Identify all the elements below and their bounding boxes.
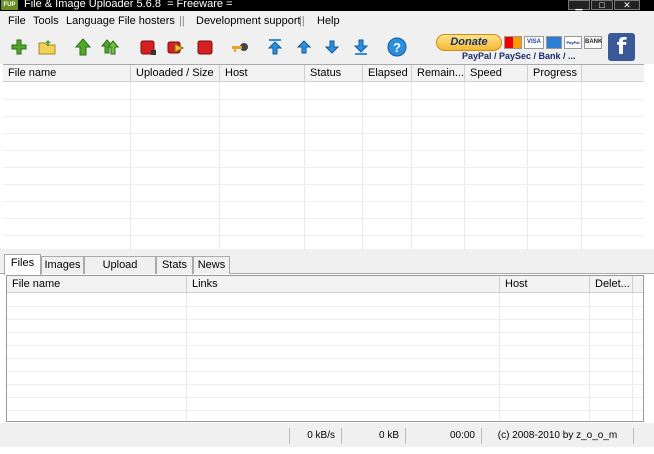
tab-stats[interactable]: Stats <box>156 256 193 274</box>
menu-separator: || <box>179 15 185 27</box>
column-file-name[interactable]: File name <box>3 65 131 82</box>
column-divider <box>219 82 220 250</box>
row-divider <box>7 410 643 411</box>
row-divider <box>3 235 644 236</box>
tab-files[interactable]: Files <box>4 254 41 275</box>
status-uploaded: 0 kB <box>342 428 406 444</box>
column-remaining[interactable]: Remain... <box>412 65 465 82</box>
menu-file-hosters[interactable]: File hosters <box>118 15 175 28</box>
column-divider <box>581 82 582 250</box>
title-bar: FUP File & Image Uploader 5.6.8 = Freewa… <box>0 0 654 11</box>
column-divider <box>130 82 131 250</box>
column-filler <box>633 276 643 293</box>
move-up-icon[interactable] <box>295 38 313 56</box>
column-divider <box>632 293 633 421</box>
window-title: File & Image Uploader 5.6.8 = Freeware = <box>24 0 233 10</box>
facebook-icon[interactable]: f <box>608 33 635 61</box>
row-divider <box>7 319 643 320</box>
column-divider <box>527 82 528 250</box>
donate-button[interactable]: Donate <box>436 34 502 51</box>
add-folder-icon[interactable] <box>38 38 56 56</box>
upload-queue-list[interactable]: File name Uploaded / Size Host Status El… <box>3 64 644 250</box>
column-delete[interactable]: Delet... <box>590 276 633 293</box>
help-icon[interactable]: ? <box>387 37 407 57</box>
row-divider <box>7 358 643 359</box>
status-copyright: (c) 2008-2010 by z_o_o_m <box>482 428 634 444</box>
status-time: 00:00 <box>406 428 482 444</box>
row-divider <box>3 218 644 219</box>
move-down-icon[interactable] <box>323 38 341 56</box>
column-divider <box>589 293 590 421</box>
column-divider <box>411 82 412 250</box>
minimize-button[interactable]: ▁ <box>568 0 590 10</box>
menu-development-support[interactable]: Development support <box>196 15 301 28</box>
row-divider <box>3 201 644 202</box>
menu-separator: || <box>299 15 305 27</box>
row-divider <box>3 99 644 100</box>
upload-icon[interactable] <box>74 38 92 56</box>
donate-area: Donate VISA PayPal BANK PayPal / PaySec … <box>434 33 610 63</box>
column-links[interactable]: Links <box>187 276 500 293</box>
move-icon[interactable] <box>167 38 185 56</box>
column-divider <box>362 82 363 250</box>
row-divider <box>7 332 643 333</box>
column-divider <box>464 82 465 250</box>
mastercard-icon <box>504 36 522 49</box>
row-divider <box>3 184 644 185</box>
tab-news[interactable]: News <box>193 256 230 274</box>
status-speed: 0 kB/s <box>290 428 342 444</box>
donate-caption: PayPal / PaySec / Bank / ... <box>462 51 576 61</box>
key-icon[interactable] <box>231 38 249 56</box>
bank-icon: BANK <box>584 36 602 49</box>
column-divider <box>304 82 305 250</box>
status-bar: 0 kB/s 0 kB 00:00 (c) 2008-2010 by z_o_o… <box>0 423 654 447</box>
upload-all-icon[interactable] <box>101 38 119 56</box>
menu-help[interactable]: Help <box>317 15 340 28</box>
row-divider <box>3 150 644 151</box>
stop-all-icon[interactable] <box>196 38 214 56</box>
column-divider <box>499 293 500 421</box>
stop-icon[interactable] <box>139 38 157 56</box>
app-logo-icon: FUP <box>1 0 18 10</box>
close-button[interactable]: ✕ <box>614 0 640 10</box>
column-filler <box>582 65 644 82</box>
menu-file[interactable]: File <box>8 15 26 28</box>
amex-icon <box>546 36 562 49</box>
column-status[interactable]: Status <box>305 65 363 82</box>
column-divider <box>186 293 187 421</box>
toolbar: ? Donate VISA PayPal BANK PayPal / PaySe… <box>0 31 654 64</box>
svg-text:?: ? <box>393 40 401 55</box>
move-bottom-icon[interactable] <box>352 38 370 56</box>
row-divider <box>7 384 643 385</box>
tab-upload-history[interactable]: Upload history <box>84 256 156 287</box>
status-message <box>4 428 290 444</box>
menu-bar: File Tools Language File hosters || Deve… <box>0 11 654 31</box>
column-host[interactable]: Host <box>220 65 305 82</box>
results-list[interactable]: File name Links Host Delet... <box>6 275 644 422</box>
menu-language[interactable]: Language <box>66 15 115 28</box>
tab-images[interactable]: Images <box>41 256 84 274</box>
tab-bar: Files Images Upload history Stats News <box>0 254 654 287</box>
row-divider <box>3 133 644 134</box>
column-uploaded-size[interactable]: Uploaded / Size <box>131 65 220 82</box>
column-elapsed[interactable]: Elapsed <box>363 65 412 82</box>
visa-icon: VISA <box>524 36 544 49</box>
maximize-button[interactable]: □ <box>591 0 613 10</box>
row-divider <box>7 397 643 398</box>
column-result-host[interactable]: Host <box>500 276 590 293</box>
column-progress[interactable]: Progress <box>528 65 582 82</box>
move-top-icon[interactable] <box>266 38 284 56</box>
paypal-icon: PayPal <box>564 36 582 49</box>
menu-tools[interactable]: Tools <box>33 15 59 28</box>
column-result-file-name[interactable]: File name <box>7 276 187 293</box>
row-divider <box>7 306 643 307</box>
add-files-icon[interactable] <box>10 38 28 56</box>
row-divider <box>7 345 643 346</box>
row-divider <box>3 116 644 117</box>
row-divider <box>7 371 643 372</box>
column-speed[interactable]: Speed <box>465 65 528 82</box>
row-divider <box>3 167 644 168</box>
